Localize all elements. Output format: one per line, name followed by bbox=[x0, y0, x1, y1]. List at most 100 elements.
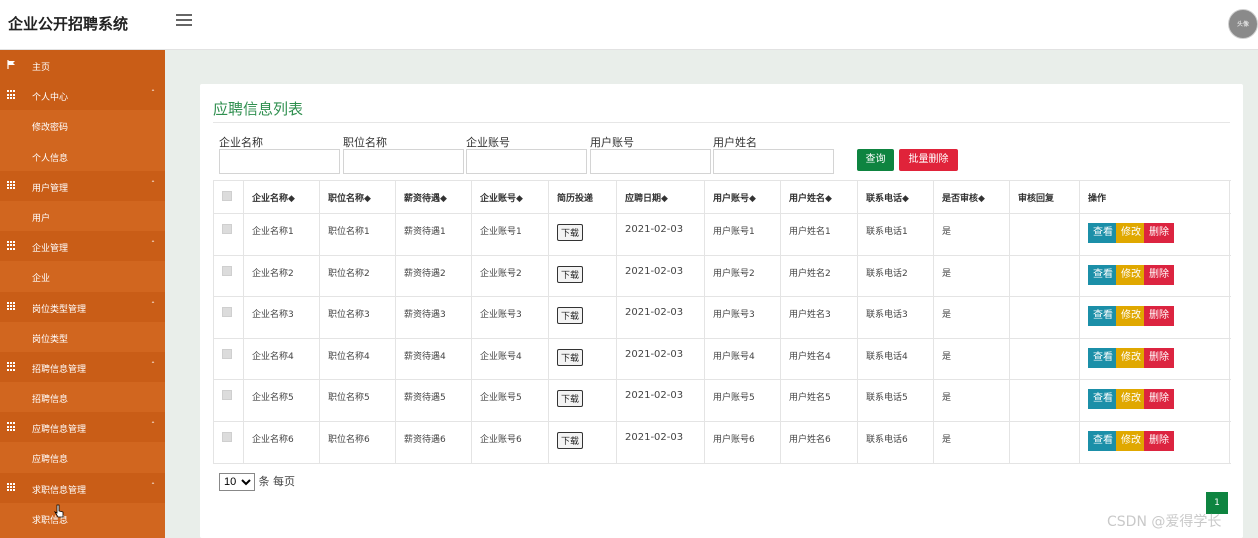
company-name-input[interactable] bbox=[219, 149, 340, 174]
chevron-up-icon: ˆ bbox=[151, 481, 155, 491]
search-field-company: 企业名称 bbox=[219, 134, 340, 174]
delete-button[interactable]: 删除 bbox=[1144, 223, 1174, 243]
application-table: 企业名称◆ 职位名称◆ 薪资待遇◆ 企业账号◆ 简历投递 应聘日期◆ 用户账号◆ 用户姓名◆ 联… bbox=[213, 180, 1230, 464]
user-name-input[interactable] bbox=[713, 149, 834, 174]
edit-button[interactable]: 修改 bbox=[1116, 306, 1146, 327]
column-header[interactable]: 审核回复 bbox=[1009, 180, 1080, 214]
column-header[interactable]: 联系电话◆ bbox=[857, 180, 934, 214]
select-all-checkbox[interactable] bbox=[222, 190, 232, 201]
column-header[interactable]: 企业名称◆ bbox=[243, 180, 320, 214]
cell-user-name: 用户姓名5 bbox=[780, 379, 858, 422]
delete-button[interactable]: 删除 bbox=[1144, 264, 1174, 285]
sidebar-item-8[interactable]: ˆ 岗位类型管理 bbox=[0, 291, 165, 322]
cell-phone: 联系电话4 bbox=[857, 337, 934, 381]
cell-position: 职位名称3 bbox=[319, 296, 396, 339]
cell-salary: 薪资待遇1 bbox=[395, 213, 472, 256]
column-header[interactable]: 薪资待遇◆ bbox=[395, 180, 472, 214]
position-name-input[interactable] bbox=[343, 149, 464, 174]
actions-cell: 查看 修改 删除 bbox=[1079, 213, 1230, 256]
edit-button[interactable]: 修改 bbox=[1116, 430, 1146, 451]
edit-button[interactable]: 修改 bbox=[1116, 347, 1146, 368]
row-checkbox[interactable] bbox=[222, 348, 232, 359]
delete-button[interactable]: 删除 bbox=[1144, 347, 1174, 368]
sidebar-item-15[interactable]: 求职信息 bbox=[0, 503, 165, 533]
column-header[interactable]: 应聘日期◆ bbox=[616, 180, 705, 214]
sidebar-item-3[interactable]: 个人信息 bbox=[0, 141, 165, 171]
search-button[interactable]: 查询 bbox=[857, 149, 894, 171]
sidebar-item-2[interactable]: 修改密码 bbox=[0, 110, 165, 140]
row-checkbox[interactable] bbox=[222, 431, 232, 442]
row-checkbox[interactable] bbox=[222, 307, 232, 318]
cell-date: 2021-02-03 bbox=[616, 213, 705, 256]
field-label: 企业名称 bbox=[219, 136, 263, 149]
sidebar-item-0[interactable]: 主页 bbox=[0, 50, 165, 81]
download-button[interactable]: 下载 bbox=[557, 265, 584, 283]
cell-salary: 薪资待遇5 bbox=[395, 379, 472, 422]
batch-delete-button[interactable]: 批量删除 bbox=[899, 149, 958, 171]
column-header[interactable]: 是否审核◆ bbox=[933, 180, 1010, 214]
actions-cell: 查看 修改 删除 bbox=[1079, 254, 1230, 298]
edit-button[interactable]: 修改 bbox=[1116, 389, 1146, 410]
company-account-input[interactable] bbox=[466, 149, 587, 174]
delete-button[interactable]: 删除 bbox=[1144, 306, 1174, 327]
sidebar-item-11[interactable]: 招聘信息 bbox=[0, 382, 165, 412]
sidebar-item-5[interactable]: 用户 bbox=[0, 201, 165, 231]
delete-button[interactable]: 删除 bbox=[1144, 389, 1174, 410]
cell-company-account: 企业账号6 bbox=[471, 420, 549, 464]
cell-date: 2021-02-03 bbox=[616, 337, 705, 381]
view-button[interactable]: 查看 bbox=[1088, 389, 1118, 410]
row-checkbox[interactable] bbox=[222, 390, 232, 401]
mouse-cursor-icon bbox=[54, 504, 64, 518]
column-header[interactable]: 操作 bbox=[1079, 180, 1230, 214]
edit-button[interactable]: 修改 bbox=[1116, 264, 1146, 285]
sidebar-item-7[interactable]: 企业 bbox=[0, 261, 165, 291]
download-button[interactable]: 下载 bbox=[557, 307, 584, 325]
actions-cell: 查看 修改 删除 bbox=[1079, 379, 1230, 422]
sidebar-item-4[interactable]: ˆ 用户管理 bbox=[0, 170, 165, 201]
column-header[interactable]: 简历投递 bbox=[548, 180, 617, 214]
edit-button[interactable]: 修改 bbox=[1116, 223, 1146, 243]
table-row: 企业名称3 职位名称3 薪资待遇3 企业账号3 下载 2021-02-03 用户账号3 用户姓… bbox=[213, 296, 1230, 339]
column-header[interactable]: 用户姓名◆ bbox=[780, 180, 858, 214]
download-button[interactable]: 下载 bbox=[557, 390, 584, 408]
cell-position: 职位名称4 bbox=[319, 337, 396, 381]
chevron-up-icon: ˆ bbox=[151, 240, 155, 250]
view-button[interactable]: 查看 bbox=[1088, 430, 1118, 451]
user-account-input[interactable] bbox=[590, 149, 711, 174]
download-button[interactable]: 下载 bbox=[557, 224, 584, 241]
hamburger-menu-icon[interactable] bbox=[176, 14, 192, 28]
download-button[interactable]: 下载 bbox=[557, 348, 584, 366]
row-checkbox[interactable] bbox=[222, 224, 232, 234]
sidebar-item-13[interactable]: 应聘信息 bbox=[0, 442, 165, 472]
sidebar-item-10[interactable]: ˆ 招聘信息管理 bbox=[0, 351, 165, 383]
cell-user-account: 用户账号4 bbox=[704, 337, 781, 381]
grid-icon bbox=[7, 180, 16, 190]
grid-icon bbox=[7, 301, 16, 311]
view-button[interactable]: 查看 bbox=[1088, 223, 1118, 243]
cell-user-account: 用户账号3 bbox=[704, 296, 781, 339]
column-header[interactable]: 用户账号◆ bbox=[704, 180, 781, 214]
sidebar-item-14[interactable]: ˆ 求职信息管理 bbox=[0, 472, 165, 503]
resume-cell: 下载 bbox=[548, 379, 617, 422]
sidebar-item-6[interactable]: ˆ 企业管理 bbox=[0, 231, 165, 262]
download-button[interactable]: 下载 bbox=[557, 431, 584, 449]
cell-company: 企业名称5 bbox=[243, 379, 320, 422]
table-row: 企业名称4 职位名称4 薪资待遇4 企业账号4 下载 2021-02-03 用户账号4 用户姓… bbox=[213, 337, 1230, 381]
row-select-cell bbox=[213, 379, 244, 422]
sidebar-item-label: 用户 bbox=[32, 213, 51, 224]
view-button[interactable]: 查看 bbox=[1088, 347, 1118, 368]
view-button[interactable]: 查看 bbox=[1088, 306, 1118, 327]
view-button[interactable]: 查看 bbox=[1088, 264, 1118, 285]
sidebar-item-1[interactable]: ˆ 个人中心 bbox=[0, 80, 165, 111]
sidebar-item-12[interactable]: ˆ 应聘信息管理 bbox=[0, 412, 165, 443]
cell-user-name: 用户姓名4 bbox=[780, 337, 858, 381]
sidebar-item-9[interactable]: 岗位类型 bbox=[0, 322, 165, 352]
column-header[interactable]: 职位名称◆ bbox=[319, 180, 396, 214]
page-size-select[interactable]: 10 bbox=[219, 473, 255, 491]
avatar[interactable]: 头像 bbox=[1228, 9, 1258, 39]
chevron-up-icon: ˆ bbox=[151, 179, 155, 189]
column-header[interactable]: 企业账号◆ bbox=[471, 180, 549, 214]
resume-cell: 下载 bbox=[548, 213, 617, 256]
delete-button[interactable]: 删除 bbox=[1144, 430, 1174, 451]
row-checkbox[interactable] bbox=[222, 265, 232, 276]
